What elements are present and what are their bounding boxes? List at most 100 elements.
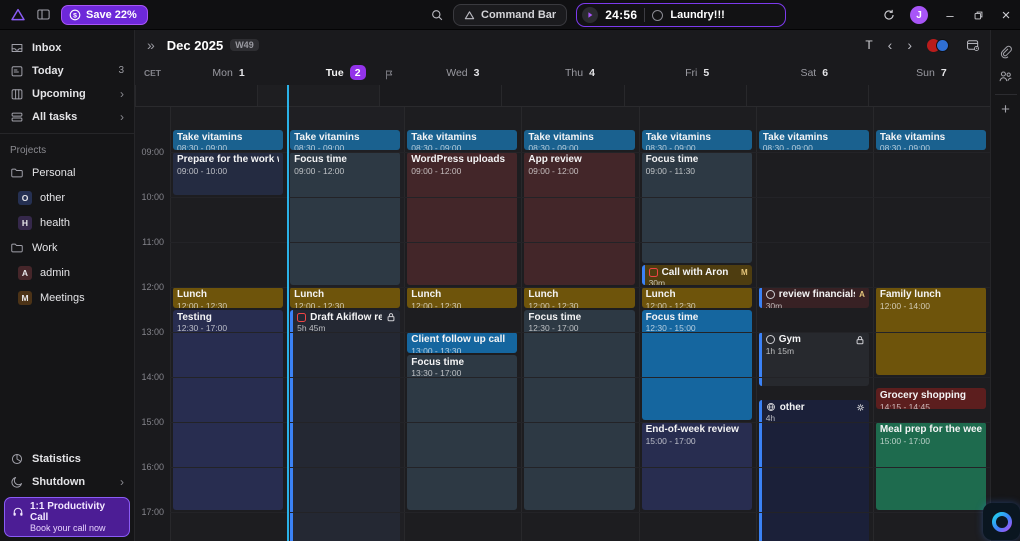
calendar-event[interactable]: App review 09:00 - 12:00 [524,152,635,285]
next-week-icon[interactable]: › [907,38,912,52]
day-header-tue[interactable]: Tue 2 [287,65,404,80]
project-item-other[interactable]: Oother [0,185,134,210]
save-discount-button[interactable]: $ Save 22% [61,4,148,25]
calendar-event[interactable]: Lunch 12:00 - 12:30 [524,287,635,308]
calendar-task[interactable]: Gym 1h 15m [758,332,869,387]
calendar-event[interactable]: Lunch 12:00 - 12:30 [290,287,401,308]
allday-cell-mon[interactable] [135,85,257,106]
allday-cell-thu[interactable] [501,85,623,106]
project-item-health[interactable]: Hhealth [0,210,134,235]
calendar-event[interactable]: Focus time 13:30 - 17:00 [407,354,518,510]
event-time: 13:30 - 17:00 [411,368,462,378]
calendar-event[interactable]: Testing 12:30 - 17:00 [173,309,284,510]
allday-cell-wed[interactable] [379,85,501,106]
search-icon[interactable] [430,8,444,22]
sidebar-item-today[interactable]: Today 3 [0,59,134,82]
calendar-event[interactable]: Take vitamins 08:30 - 09:00 [875,129,986,150]
day-header-fri[interactable]: Fri 5 [639,67,756,79]
calendar-task[interactable]: other 4h [758,399,869,541]
project-badge: A [859,290,865,300]
timer-pill[interactable]: 24:56 Laundry!!! [576,3,787,27]
calendar-event[interactable]: Family lunch 12:00 - 14:00 [875,287,986,375]
prev-week-icon[interactable]: ‹ [888,38,893,52]
task-checkbox-icon[interactable] [765,290,775,300]
project-item-admin[interactable]: Aadmin [0,260,134,285]
day-header-mon[interactable]: Mon 1 [170,67,287,79]
day-header-thu[interactable]: Thu 4 [521,67,638,79]
allday-cell-sun[interactable] [867,85,990,106]
calendar-event[interactable]: End-of-week review 15:00 - 17:00 [641,422,752,510]
calendar-task[interactable]: review financials A 30m [758,287,869,308]
sidebar-item-upcoming[interactable]: Upcoming › [0,82,134,105]
day-header-sat[interactable]: Sat 6 [756,67,873,79]
today-button[interactable]: T [865,38,872,52]
close-button[interactable]: × [992,0,1020,30]
attachments-icon[interactable] [999,40,1013,64]
svg-text:$: $ [73,12,77,19]
calendar-event[interactable]: Take vitamins 08:30 - 09:00 [641,129,752,150]
maximize-button[interactable] [964,0,992,30]
day-number: 1 [238,66,245,79]
calendar-event[interactable]: Take vitamins 08:30 - 09:00 [407,129,518,150]
command-bar-logo-icon [464,10,475,21]
day-column-mon[interactable]: Take vitamins 08:30 - 09:00 Prepare for th… [170,107,288,541]
task-checkbox-icon[interactable] [765,335,775,345]
sidebar-item-shutdown[interactable]: Shutdown › [0,470,134,493]
sidebar-item-statistics[interactable]: Statistics [0,447,134,470]
event-title: WordPress uploads [411,154,506,165]
task-checkbox-icon[interactable] [648,267,658,277]
day-column-wed[interactable]: Take vitamins 08:30 - 09:00 WordPress uplo… [404,107,522,541]
allday-cell-sat[interactable] [745,85,868,106]
day-column-sun[interactable]: Take vitamins 08:30 - 09:00 Family lunch 12… [872,107,990,541]
people-icon[interactable] [998,64,1013,88]
calendar-event[interactable]: WordPress uploads 09:00 - 12:00 [407,152,518,285]
allday-cell-fri[interactable] [623,85,746,106]
day-column-thu[interactable]: Take vitamins 08:30 - 09:00 App review 09:0… [521,107,639,541]
calendar-event[interactable]: Lunch 12:00 - 12:30 [641,287,752,308]
calendar-settings-icon[interactable] [966,38,980,52]
calendar-event[interactable]: Focus time 12:30 - 15:00 [641,309,752,420]
calendar-event[interactable]: Focus time 12:30 - 17:00 [524,309,635,510]
task-checkbox-icon[interactable] [297,312,307,322]
productivity-call-banner[interactable]: 1:1 Productivity Call Book your call now [4,497,130,537]
project-item-personal[interactable]: Personal [0,160,134,185]
minimize-button[interactable]: – [936,0,964,30]
day-header-sun[interactable]: Sun 7 [873,67,990,79]
calendar-event[interactable]: Take vitamins 08:30 - 09:00 [524,129,635,150]
day-column-tue[interactable]: Take vitamins 08:30 - 09:00 Focus time 09:0… [287,107,405,541]
project-item-meetings[interactable]: M Meetings [0,285,134,310]
calendar-event[interactable]: Lunch 12:00 - 12:30 [173,287,284,308]
day-column-fri[interactable]: Take vitamins 08:30 - 09:00 Focus time 09:0… [638,107,756,541]
hour-label: 12:00 [141,282,164,292]
project-item-work[interactable]: Work [0,235,134,260]
day-column-sat[interactable]: Take vitamins 08:30 - 09:00 review financi… [755,107,873,541]
calendar-event[interactable]: Meal prep for the week 15:00 - 17:00 [875,422,986,510]
task-checkbox-icon[interactable] [652,9,664,21]
play-icon[interactable] [582,7,599,23]
calendar-visibility-toggle[interactable] [927,38,951,52]
command-bar-button[interactable]: Command Bar [453,4,568,26]
event-time: 09:00 - 11:30 [645,165,696,176]
calendar-task[interactable]: Call with Aron M 30m [641,264,752,285]
sidebar-item-inbox[interactable]: Inbox [0,36,134,59]
calendar-event[interactable]: Lunch 12:00 - 12:30 [407,287,518,308]
calendar-event[interactable]: Grocery shopping 14:15 - 14:45 [875,388,986,409]
assistant-button[interactable] [983,503,1020,540]
event-title: Lunch [294,289,325,300]
sync-icon[interactable] [882,8,896,22]
day-header-wed[interactable]: Wed 3 [404,67,521,79]
allday-cell-tue[interactable] [257,85,379,106]
calendar-event[interactable]: Take vitamins 08:30 - 09:00 [290,129,401,150]
calendar-event[interactable]: Focus time 09:00 - 12:00 [290,152,401,285]
avatar[interactable]: J [910,6,928,24]
calendar-event[interactable]: Prepare for the work week09:00 - 10:00 [173,152,284,195]
calendar-event[interactable]: Take vitamins 08:30 - 09:00 [173,129,284,150]
collapse-sidebar-icon[interactable]: » [147,37,155,53]
add-panel-icon[interactable]: + [1001,101,1010,118]
sidebar-toggle-icon[interactable] [36,7,51,22]
calendar-event[interactable]: Take vitamins 08:30 - 09:00 [758,129,869,150]
calendar-task[interactable]: Draft Akiflow review5h 45m [290,309,401,541]
calendar-event[interactable]: Focus time 09:00 - 11:30 [641,152,752,263]
calendar-event[interactable]: Client follow up call 13:00 - 13:30 [407,332,518,353]
sidebar-item-all-tasks[interactable]: All tasks › [0,105,134,128]
